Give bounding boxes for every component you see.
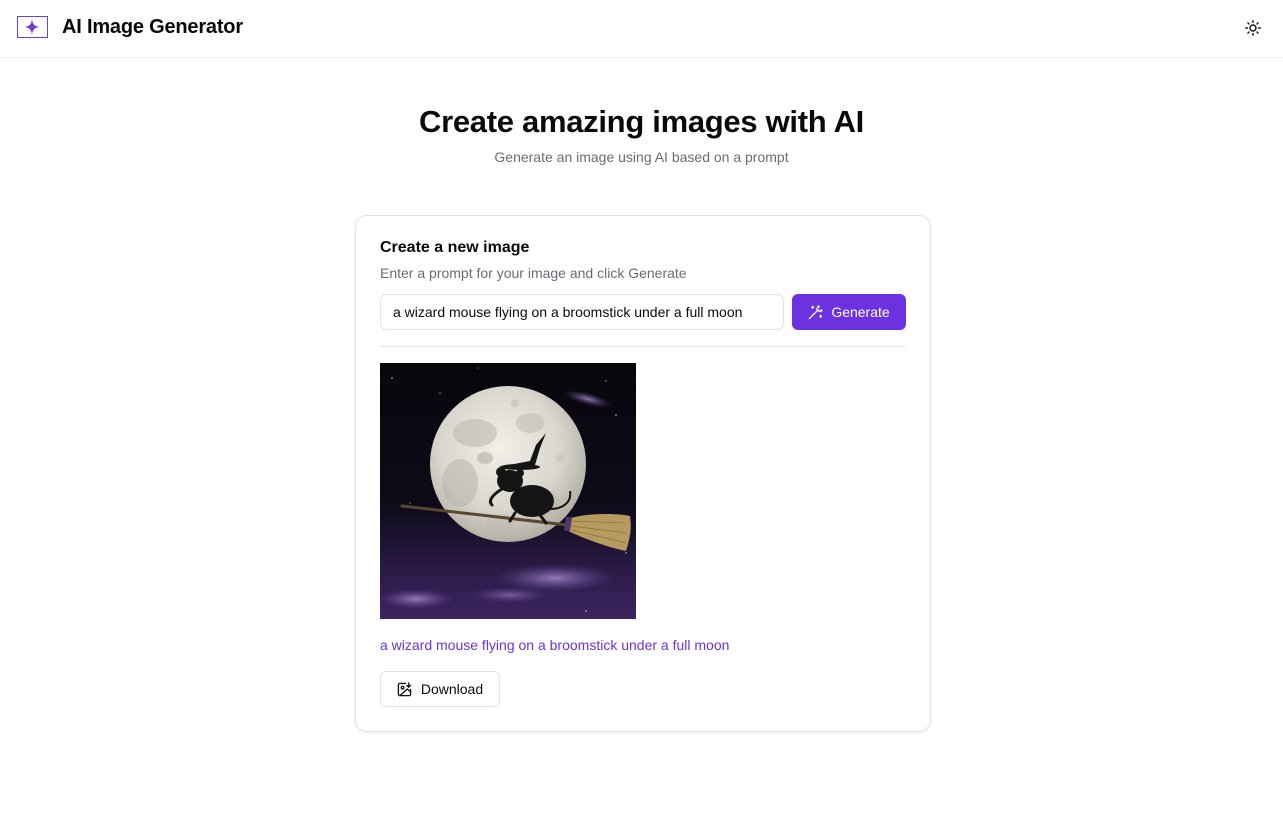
generate-button-label: Generate — [831, 304, 890, 320]
generated-image — [380, 363, 636, 619]
magic-wand-icon — [809, 304, 824, 319]
card-title: Create a new image — [380, 239, 530, 256]
app-title: AI Image Generator — [62, 16, 243, 38]
theme-toggle-button[interactable] — [1240, 15, 1266, 41]
divider — [380, 346, 906, 347]
sun-icon — [1245, 20, 1261, 36]
image-download-icon — [397, 681, 412, 696]
page-subtitle: Generate an image using AI based on a pr… — [494, 149, 789, 165]
download-button[interactable]: Download — [380, 671, 500, 707]
prompt-input[interactable] — [380, 294, 784, 330]
generate-button[interactable]: Generate — [792, 294, 906, 330]
image-caption: a wizard mouse flying on a broomstick un… — [380, 637, 730, 653]
create-image-card: Create a new image Enter a prompt for yo… — [355, 215, 931, 732]
sparkle-icon — [24, 19, 40, 35]
logo — [17, 16, 48, 38]
card-description: Enter a prompt for your image and click … — [380, 265, 687, 281]
download-button-label: Download — [420, 681, 484, 697]
top-bar: AI Image Generator — [0, 0, 1283, 58]
page-title: Create amazing images with AI — [419, 104, 864, 139]
